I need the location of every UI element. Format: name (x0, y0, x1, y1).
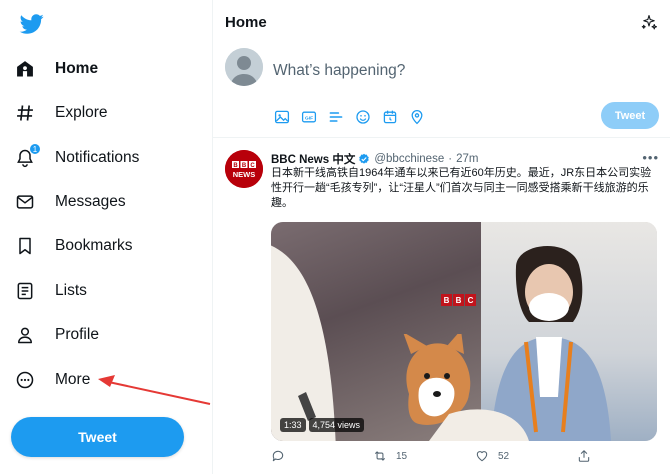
person-icon (12, 322, 38, 348)
reply-icon (272, 450, 284, 462)
emoji-icon[interactable] (353, 107, 372, 126)
more-circle-icon (12, 367, 38, 393)
main-timeline: Home What’s happening? GIF Tweet B B C N… (212, 0, 670, 474)
tweet-video[interactable]: BBC 1:33 4,754 views (271, 222, 657, 441)
author-name[interactable]: BBC News 中文 (271, 151, 355, 167)
sidebar-item-messages[interactable]: Messages (12, 182, 126, 222)
twitter-bird-icon[interactable] (19, 12, 45, 36)
avatar[interactable] (225, 48, 263, 86)
sidebar-item-bookmarks[interactable]: Bookmarks (12, 226, 133, 266)
retweet-count: 15 (396, 450, 408, 462)
sparkle-icon[interactable] (640, 14, 658, 32)
annotation-arrow (98, 375, 211, 405)
sidebar-item-more[interactable]: More (12, 360, 90, 400)
sidebar-item-notifications[interactable]: 1 Notifications (12, 138, 139, 178)
retweet-icon (374, 451, 386, 461)
sidebar-item-label: Messages (55, 193, 126, 210)
tweet-card[interactable]: B B C NEWS BBC News 中文 @bbcchinese · 27m… (213, 138, 670, 474)
verified-badge-icon (358, 153, 370, 165)
retweet-button[interactable]: 15 (373, 449, 475, 463)
share-icon (578, 450, 590, 462)
envelope-icon (12, 189, 38, 215)
sidebar-item-label: Lists (55, 282, 87, 299)
avatar-news-text: NEWS (233, 170, 256, 179)
poll-icon[interactable] (326, 107, 345, 126)
bell-icon: 1 (12, 143, 41, 171)
timeline-header: Home (213, 0, 670, 45)
location-icon[interactable] (407, 107, 426, 126)
sidebar-item-label: Home (55, 60, 99, 77)
svg-text:GIF: GIF (305, 115, 313, 121)
svg-text:B: B (242, 163, 247, 169)
image-icon[interactable] (272, 107, 291, 126)
svg-text:C: C (250, 163, 255, 169)
author-handle[interactable]: @bbcchinese (374, 153, 444, 165)
tweet-header: BBC News 中文 @bbcchinese · 27m (271, 151, 478, 167)
tweet-more-options-icon[interactable]: ••• (642, 150, 659, 165)
sidebar-item-profile[interactable]: Profile (12, 315, 99, 355)
svg-text:B: B (233, 163, 238, 169)
compose-toolbar: GIF (272, 107, 426, 126)
video-duration: 1:33 (280, 418, 306, 432)
sidebar-item-explore[interactable]: Explore (12, 93, 108, 133)
header-separator: · (448, 153, 453, 165)
schedule-icon[interactable] (380, 107, 399, 126)
sidebar-item-label: Notifications (55, 149, 140, 166)
page-title: Home (225, 14, 267, 31)
video-views: 4,754 views (308, 418, 365, 432)
sidebar-item-lists[interactable]: Lists (12, 271, 87, 311)
sidebar-item-label: Profile (55, 326, 99, 343)
like-count: 52 (498, 450, 510, 462)
sidebar-item-label: More (55, 371, 91, 388)
tweet-time[interactable]: 27m (456, 153, 478, 165)
share-button[interactable] (577, 449, 597, 463)
seat-cover-shape (271, 245, 336, 441)
reply-button[interactable] (271, 449, 373, 463)
sidebar: Home Explore 1 Notifications Messages Bo… (0, 0, 212, 474)
tweet-button[interactable]: Tweet (11, 417, 184, 457)
compose-input[interactable]: What’s happening? (273, 62, 405, 80)
bbc-news-avatar[interactable]: B B C NEWS (225, 150, 263, 188)
home-icon (12, 56, 38, 82)
sidebar-item-label: Explore (55, 104, 108, 121)
tweet-text: 日本新干线高铁自1964年通车以来已有近60年历史。最近，JR东日本公司实验性开… (271, 167, 652, 209)
notification-badge: 1 (29, 143, 41, 155)
sidebar-item-label: Bookmarks (55, 237, 133, 254)
compose-box: What’s happening? GIF Tweet (213, 45, 670, 138)
like-button[interactable]: 52 (475, 449, 577, 463)
tweet-actions: 15 52 (271, 449, 601, 463)
sidebar-item-home[interactable]: Home (12, 49, 98, 89)
gif-icon[interactable]: GIF (299, 107, 318, 126)
list-icon (12, 278, 38, 304)
corgi-dog (403, 334, 529, 441)
bookmark-icon (12, 233, 38, 259)
bbc-sign: BBC (441, 294, 476, 306)
heart-icon (476, 451, 488, 462)
video-info: 1:33 4,754 views (280, 418, 365, 432)
hashtag-icon (12, 100, 38, 126)
compose-tweet-button[interactable]: Tweet (601, 102, 659, 129)
